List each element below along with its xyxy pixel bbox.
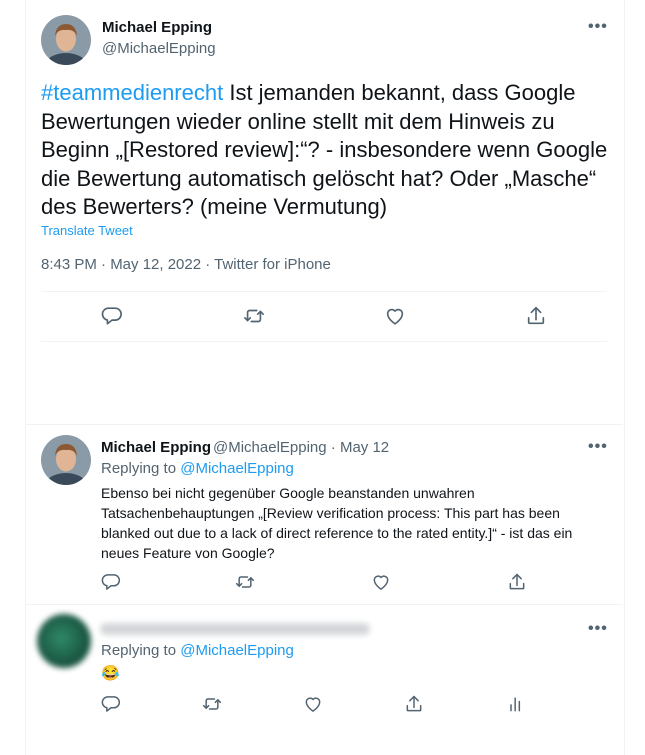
avatar[interactable]	[41, 435, 91, 485]
reply-text: 😂	[101, 665, 120, 682]
like-icon[interactable]	[367, 568, 395, 596]
translate-tweet-link[interactable]: Translate Tweet	[41, 223, 133, 238]
replying-to-label: Replying to	[101, 642, 177, 659]
more-icon[interactable]: •••	[588, 438, 608, 456]
avatar[interactable]	[37, 614, 91, 668]
section-divider	[25, 604, 623, 605]
avatar[interactable]	[41, 15, 91, 65]
share-icon[interactable]	[503, 568, 531, 596]
author-handle-date[interactable]: @MichaelEpping · May 12	[213, 439, 389, 456]
share-icon[interactable]	[522, 302, 550, 330]
like-icon[interactable]	[381, 302, 409, 330]
reply-icon[interactable]	[97, 690, 125, 718]
author-handle[interactable]: @MichaelEpping	[102, 40, 216, 57]
replying-to-label: Replying to	[101, 460, 177, 477]
hashtag-link[interactable]: #teammedienrecht	[41, 80, 223, 105]
divider	[41, 291, 607, 292]
more-icon[interactable]: •••	[588, 620, 608, 638]
like-icon[interactable]	[299, 690, 327, 718]
author-name[interactable]: Michael Epping	[102, 19, 212, 36]
reply-icon[interactable]	[98, 302, 126, 330]
retweet-icon[interactable]	[240, 302, 268, 330]
more-icon[interactable]: •••	[588, 18, 608, 36]
replying-to: Replying to @MichaelEpping	[101, 460, 294, 477]
replying-to-handle[interactable]: @MichaelEpping	[180, 460, 294, 477]
analytics-icon[interactable]	[502, 690, 530, 718]
divider	[41, 341, 607, 342]
author-name[interactable]: Michael Epping	[101, 439, 211, 456]
tweet-text: #teammedienrecht Ist jemanden bekannt, d…	[41, 79, 611, 222]
reply-icon[interactable]	[97, 568, 125, 596]
retweet-icon[interactable]	[198, 690, 226, 718]
tweet-timestamp[interactable]: 8:43 PM · May 12, 2022 · Twitter for iPh…	[41, 256, 331, 273]
section-divider	[25, 424, 623, 425]
replying-to: Replying to @MichaelEpping	[101, 642, 294, 659]
replying-to-handle[interactable]: @MichaelEpping	[180, 642, 294, 659]
share-icon[interactable]	[400, 690, 428, 718]
author-name-redacted	[100, 623, 370, 635]
reply-text: Ebenso bei nicht gegenüber Google beanst…	[101, 485, 573, 561]
retweet-icon[interactable]	[231, 568, 259, 596]
